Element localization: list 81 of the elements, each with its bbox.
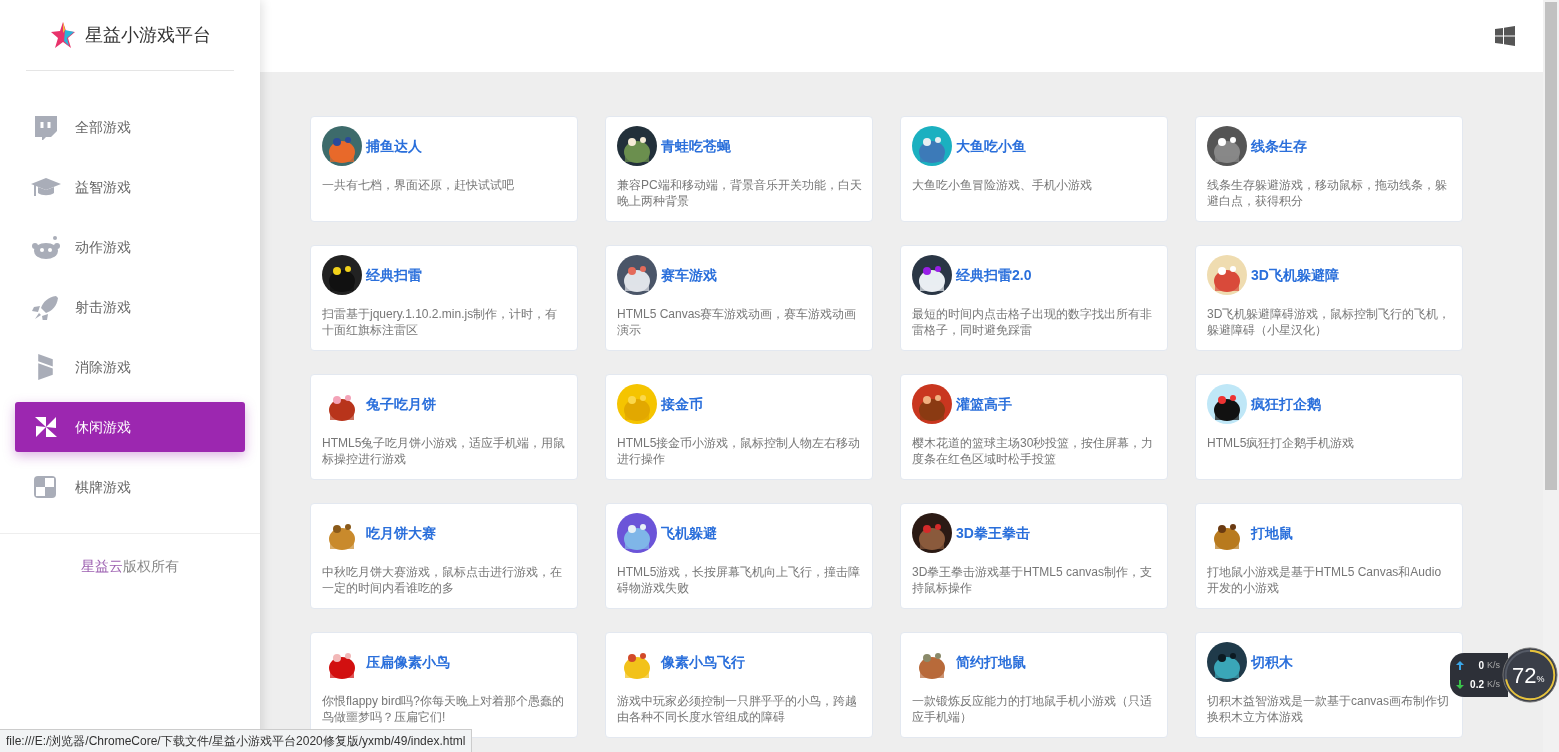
game-description: 一款锻炼反应能力的打地鼠手机小游戏（只适应手机端） [912, 693, 1153, 725]
game-title[interactable]: 接金币 [661, 393, 703, 415]
game-title[interactable]: 切积木 [1251, 651, 1293, 673]
sidebar-item[interactable]: 益智游戏 [15, 162, 245, 212]
cpu-reading: 72% [1512, 661, 1545, 690]
game-card[interactable]: 飞机躲避 HTML5游戏，长按屏幕飞机向上飞行，撞击障碍物游戏失败 [605, 503, 873, 609]
game-description: 3D拳王拳击游戏基于HTML5 canvas制作，支持鼠标操作 [912, 564, 1154, 596]
download-speed: 0.2 [1470, 678, 1484, 692]
game-title[interactable]: 灌篮高手 [956, 393, 1012, 415]
game-description: HTML5 Canvas赛车游戏动画，赛车游戏动画演示 [617, 306, 858, 338]
game-description: 3D飞机躲避障碍游戏，鼠标控制飞行的飞机，躲避障碍（小星汉化） [1207, 306, 1452, 338]
game-title[interactable]: 吃月饼大赛 [366, 522, 436, 544]
game-card[interactable]: 3D拳王拳击 3D拳王拳击游戏基于HTML5 canvas制作，支持鼠标操作 [900, 503, 1168, 609]
game-description: HTML5疯狂打企鹅手机游戏 [1207, 435, 1356, 451]
game-card[interactable]: 赛车游戏 HTML5 Canvas赛车游戏动画，赛车游戏动画演示 [605, 245, 873, 351]
copyright-text: 星益云版权所有 [81, 558, 179, 574]
game-description: 切积木益智游戏是一款基于canvas画布制作切换积木立方体游戏 [1207, 693, 1451, 725]
site-title: 星益小游戏平台 [85, 23, 211, 47]
game-description: 游戏中玩家必须控制一只胖乎乎的小鸟，跨越由各种不同长度水管组成的障碍 [617, 693, 858, 725]
game-title[interactable]: 飞机躲避 [661, 522, 717, 544]
speed-unit: K/s [1487, 658, 1500, 672]
game-title[interactable]: 3D拳王拳击 [956, 522, 1030, 544]
sidebar-item[interactable]: 棋牌游戏 [15, 462, 245, 512]
game-title[interactable]: 疯狂打企鹅 [1251, 393, 1321, 415]
game-title[interactable]: 线条生存 [1251, 135, 1307, 157]
game-title[interactable]: 赛车游戏 [661, 264, 717, 286]
up-arrow-icon [1456, 661, 1464, 670]
sidebar-item[interactable]: 射击游戏 [15, 282, 245, 332]
hexagon-icon [38, 354, 53, 380]
star-logo [49, 21, 77, 49]
game-card[interactable]: 经典扫雷2.0 最短的时间内点击格子出现的数字找出所有非雷格子，同时避免踩雷 [900, 245, 1168, 351]
game-description: 线条生存躲避游戏，移动鼠标，拖动线条，躲避白点，获得积分 [1207, 177, 1448, 209]
game-card[interactable]: 大鱼吃小鱼 大鱼吃小鱼冒险游戏、手机小游戏 [900, 116, 1168, 222]
game-card[interactable]: 线条生存 线条生存躲避游戏，移动鼠标，拖动线条，躲避白点，获得积分 [1195, 116, 1463, 222]
game-card[interactable]: 吃月饼大赛 中秋吃月饼大赛游戏，鼠标点击进行游戏，在一定的时间内看谁吃的多 [310, 503, 578, 609]
game-title[interactable]: 青蛙吃苍蝇 [661, 135, 731, 157]
game-card[interactable]: 像素小鸟飞行 游戏中玩家必须控制一只胖乎乎的小鸟，跨越由各种不同长度水管组成的障碍 [605, 632, 873, 738]
game-description: HTML5兔子吃月饼小游戏，适应手机端，用鼠标操控进行游戏 [322, 435, 567, 467]
game-card[interactable]: 兔子吃月饼 HTML5兔子吃月饼小游戏，适应手机端，用鼠标操控进行游戏 [310, 374, 578, 480]
upload-speed: 0 [1478, 659, 1484, 673]
game-title[interactable]: 3D飞机躲避障 [1251, 264, 1339, 286]
game-title[interactable]: 简约打地鼠 [956, 651, 1026, 673]
down-arrow-icon [1456, 680, 1464, 689]
game-title[interactable]: 像素小鸟飞行 [661, 651, 745, 673]
game-title[interactable]: 经典扫雷 [366, 264, 422, 286]
game-description: 中秋吃月饼大赛游戏，鼠标点击进行游戏，在一定的时间内看谁吃的多 [322, 564, 563, 596]
cpu-gauge [1502, 647, 1558, 703]
game-title[interactable]: 捕鱼达人 [366, 135, 422, 157]
game-description: 扫雷基于jquery.1.10.2.min.js制作，计时，有十面红旗标注雷区 [322, 306, 559, 338]
sidebar-item[interactable]: 动作游戏 [15, 222, 245, 272]
game-description: 一共有七档，界面还原，赶快试试吧 [322, 177, 515, 193]
game-description: 最短的时间内点击格子出现的数字找出所有非雷格子，同时避免踩雷 [912, 306, 1153, 338]
game-description: HTML5游戏，长按屏幕飞机向上飞行，撞击障碍物游戏失败 [617, 564, 862, 596]
sidebar-item[interactable]: 消除游戏 [15, 342, 245, 392]
sidebar-item[interactable]: 休闲游戏 [15, 402, 245, 452]
game-card[interactable]: 打地鼠 打地鼠小游戏是基于HTML5 Canvas和Audio开发的小游戏 [1195, 503, 1463, 609]
game-card[interactable]: 简约打地鼠 一款锻炼反应能力的打地鼠手机小游戏（只适应手机端） [900, 632, 1168, 738]
game-card[interactable]: 接金币 HTML5接金币小游戏，鼠标控制人物左右移动进行操作 [605, 374, 873, 480]
game-card[interactable]: 灌篮高手 樱木花道的篮球主场30秒投篮，按住屏幕，力度条在红色区域时松手投篮 [900, 374, 1168, 480]
game-card[interactable]: 青蛙吃苍蝇 兼容PC端和移动端，背景音乐开关功能，白天晚上两种背景 [605, 116, 873, 222]
windows-icon[interactable] [1495, 26, 1515, 46]
game-description: 兼容PC端和移动端，背景音乐开关功能，白天晚上两种背景 [617, 177, 862, 209]
speed-unit: K/s [1487, 677, 1500, 691]
game-description: 大鱼吃小鱼冒险游戏、手机小游戏 [912, 177, 1093, 193]
game-card[interactable]: 切积木 切积木益智游戏是一款基于canvas画布制作切换积木立方体游戏 [1195, 632, 1463, 738]
game-description: 樱木花道的篮球主场30秒投篮，按住屏幕，力度条在红色区域时松手投篮 [912, 435, 1155, 467]
game-title[interactable]: 压扁像素小鸟 [366, 651, 450, 673]
game-title[interactable]: 经典扫雷2.0 [956, 264, 1032, 286]
game-title[interactable]: 大鱼吃小鱼 [956, 135, 1026, 157]
game-title[interactable]: 打地鼠 [1251, 522, 1293, 544]
game-description: 你恨flappy bird吗?你每天晚上对着那个愚蠢的鸟做噩梦吗？压扁它们! [322, 693, 566, 725]
sidebar-item[interactable]: 全部游戏 [15, 102, 245, 152]
game-card[interactable]: 捕鱼达人 一共有七档，界面还原，赶快试试吧 [310, 116, 578, 222]
robot-icon [30, 234, 62, 260]
game-title[interactable]: 兔子吃月饼 [366, 393, 436, 415]
status-url: file:///E:/浏览器/ChromeCore/下载文件/星益小游戏平台2020修复版/yxmb/49/index.html [0, 729, 473, 752]
game-card[interactable]: 3D飞机躲避障 3D飞机躲避障碍游戏，鼠标控制飞行的飞机，躲避障碍（小星汉化） [1195, 245, 1463, 351]
game-card[interactable]: 经典扫雷 扫雷基于jquery.1.10.2.min.js制作，计时，有十面红旗标注雷区 [310, 245, 578, 351]
game-card[interactable]: 疯狂打企鹅 HTML5疯狂打企鹅手机游戏 [1195, 374, 1463, 480]
game-description: HTML5接金币小游戏，鼠标控制人物左右移动进行操作 [617, 435, 862, 467]
game-description: 打地鼠小游戏是基于HTML5 Canvas和Audio开发的小游戏 [1207, 564, 1443, 596]
